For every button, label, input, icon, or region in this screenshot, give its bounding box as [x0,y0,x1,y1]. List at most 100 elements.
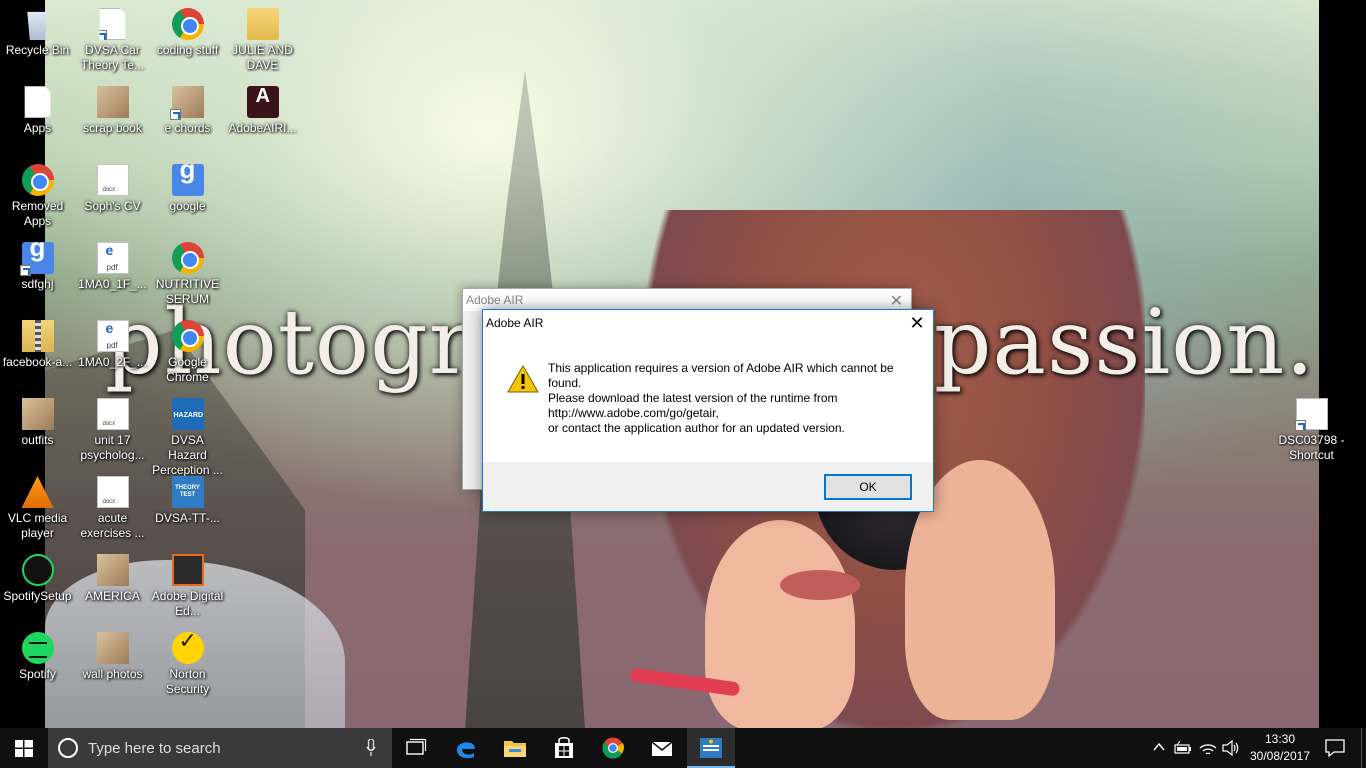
desktop-icon-label: VLC media player [7,511,68,540]
action-center-button[interactable] [1318,728,1352,768]
desktop-icon-label: 1MA0_2F_... [78,355,147,369]
windows-logo-icon [15,740,33,757]
taskbar-theory-test[interactable] [687,728,735,768]
desktop-icon-outfits[interactable]: outfits [0,390,75,448]
desktop-icon-america[interactable]: AMERICA [75,546,150,604]
desktop-icon-label: Adobe Digital Ed... [151,589,224,618]
close-icon[interactable]: ✕ [890,291,903,311]
desktop-icon-label: NUTRITIVE SERUM [155,277,220,306]
wallpaper-lips [780,570,860,600]
desktop-icon-label: DVSA Car Theory Te... [80,43,145,72]
search-input[interactable]: Type here to search [48,728,392,768]
desktop-icon-nutritive-serum[interactable]: NUTRITIVE SERUM [150,234,225,307]
clock-date: 30/08/2017 [1249,749,1311,763]
taskbar-store[interactable] [540,728,588,768]
desktop-icon-label: e chords [164,121,211,135]
desktop-icon-label: AMERICA [85,589,140,603]
wifi-icon[interactable] [1199,740,1217,756]
clock-time: 13:30 [1264,732,1296,746]
desktop-icon-norton[interactable]: Norton Security [150,624,225,697]
taskbar: Type here to search 13:30 30/08/2017 [0,728,1366,768]
warning-icon [507,365,539,393]
hazard-perception-icon [171,398,204,430]
desktop-icon-sophs-cv[interactable]: Soph's CV [75,156,150,214]
desktop-icon-julie-and-dave[interactable]: JULIE AND DAVE [225,0,300,73]
taskbar-file-explorer[interactable] [491,728,539,768]
vlc-icon [21,476,54,508]
desktop-icon-label: Removed Apps [11,199,64,228]
zip-folder-icon [21,320,54,352]
desktop-icon-1ma0-2f[interactable]: 1MA0_2F_... [75,312,150,370]
desktop-icon-spotify[interactable]: Spotify [0,624,75,682]
desktop-icon-google-chrome[interactable]: Google Chrome [150,312,225,385]
taskbar-task-view[interactable] [392,728,440,768]
desktop-icon-vlc[interactable]: VLC media player [0,468,75,541]
desktop-icon-label: outfits [21,433,54,447]
desktop-icon-dvsa-hazard[interactable]: DVSA Hazard Perception ... [150,390,225,478]
desktop-icon-label: Apps [23,121,52,135]
spotify-icon [21,632,54,664]
file-shortcut-icon [1294,398,1328,431]
desktop-icon-recycle-bin[interactable]: Recycle Bin [0,0,75,58]
desktop-icon-dsc03798[interactable]: DSC03798 - Shortcut [1274,390,1349,463]
pdf-icon [96,320,129,353]
dialog-title: Adobe AIR [466,293,524,307]
chrome-icon [171,242,204,274]
desktop-icon-label: DVSA-TT-... [155,511,220,525]
desktop-icon-coding-stuff[interactable]: coding stuff [150,0,225,58]
taskbar-clock[interactable]: 13:30 30/08/2017 [1240,731,1320,765]
desktop-icon-adobe-digital-editions[interactable]: Adobe Digital Ed... [150,546,225,619]
desktop-icon-google[interactable]: google [150,156,225,214]
taskbar-edge[interactable] [442,728,490,768]
dialog-message: This application requires a version of A… [548,361,918,436]
show-desktop-button[interactable] [1361,728,1366,768]
start-button[interactable] [0,728,48,768]
close-button[interactable]: ✕ [901,310,933,338]
desktop-icon-removed-apps[interactable]: Removed Apps [0,156,75,229]
folder-icon [504,741,526,757]
wallpaper-caption-right: passion. [933,290,1315,395]
dialog-footer: OK [483,462,933,511]
dialog-title: Adobe AIR [486,316,544,330]
desktop-icon-scrap-book[interactable]: scrap book [75,78,150,136]
spotify-setup-icon [21,554,54,586]
microphone-icon[interactable] [366,739,376,757]
taskbar-mail[interactable] [638,728,686,768]
adobe-digital-editions-icon [171,554,204,586]
desktop-icon-sdfghj[interactable]: sdfghj [0,234,75,292]
desktop-icon-spotify-setup[interactable]: SpotifySetup [0,546,75,604]
theory-test-icon [171,476,204,508]
desktop-icon-label: Soph's CV [84,199,141,213]
battery-icon[interactable] [1174,741,1192,755]
desktop-icon-1ma0-1f[interactable]: 1MA0_1F_... [75,234,150,292]
desktop-icon-e-chords[interactable]: e chords [150,78,225,136]
desktop-icon-acute-exercises[interactable]: acute exercises ... [75,468,150,541]
ok-button[interactable]: OK [824,474,912,500]
desktop-icon-apps[interactable]: Apps [0,78,75,136]
desktop-icon-dvsa-car-theory[interactable]: DVSA Car Theory Te... [75,0,150,73]
desktop-icon-label: facebook-a... [2,355,73,369]
edge-icon [457,742,475,759]
volume-icon[interactable] [1222,740,1240,756]
chrome-icon [171,8,204,40]
photo-folder-icon [169,86,204,120]
theory-test-icon [700,738,722,758]
adobe-air-installer-icon [246,86,279,118]
desktop-icon-label: unit 17 psycholog... [80,433,145,462]
chevron-up-icon[interactable] [1153,742,1165,752]
desktop-icon-adobe-air-installer[interactable]: AdobeAIRI... [225,78,300,136]
taskbar-chrome[interactable] [589,728,637,768]
docx-icon [96,164,129,198]
wallpaper-hand-left [705,520,855,728]
desktop-icon-wall-photos[interactable]: wall photos [75,624,150,682]
desktop-icon-label: Spotify [19,667,56,681]
recycle-bin-icon [27,11,48,40]
google-icon [171,162,204,196]
desktop-icon-label: AdobeAIRI... [228,121,297,135]
desktop-icon-label: DSC03798 - Shortcut [1278,433,1345,462]
desktop-icon-dvsa-tt[interactable]: DVSA-TT-... [150,468,225,526]
document-shortcut-icon [99,8,126,40]
desktop-icon-facebook[interactable]: facebook-a... [0,312,75,370]
photo-folder-icon [96,86,129,118]
desktop-icon-unit-17[interactable]: unit 17 psycholog... [75,390,150,463]
